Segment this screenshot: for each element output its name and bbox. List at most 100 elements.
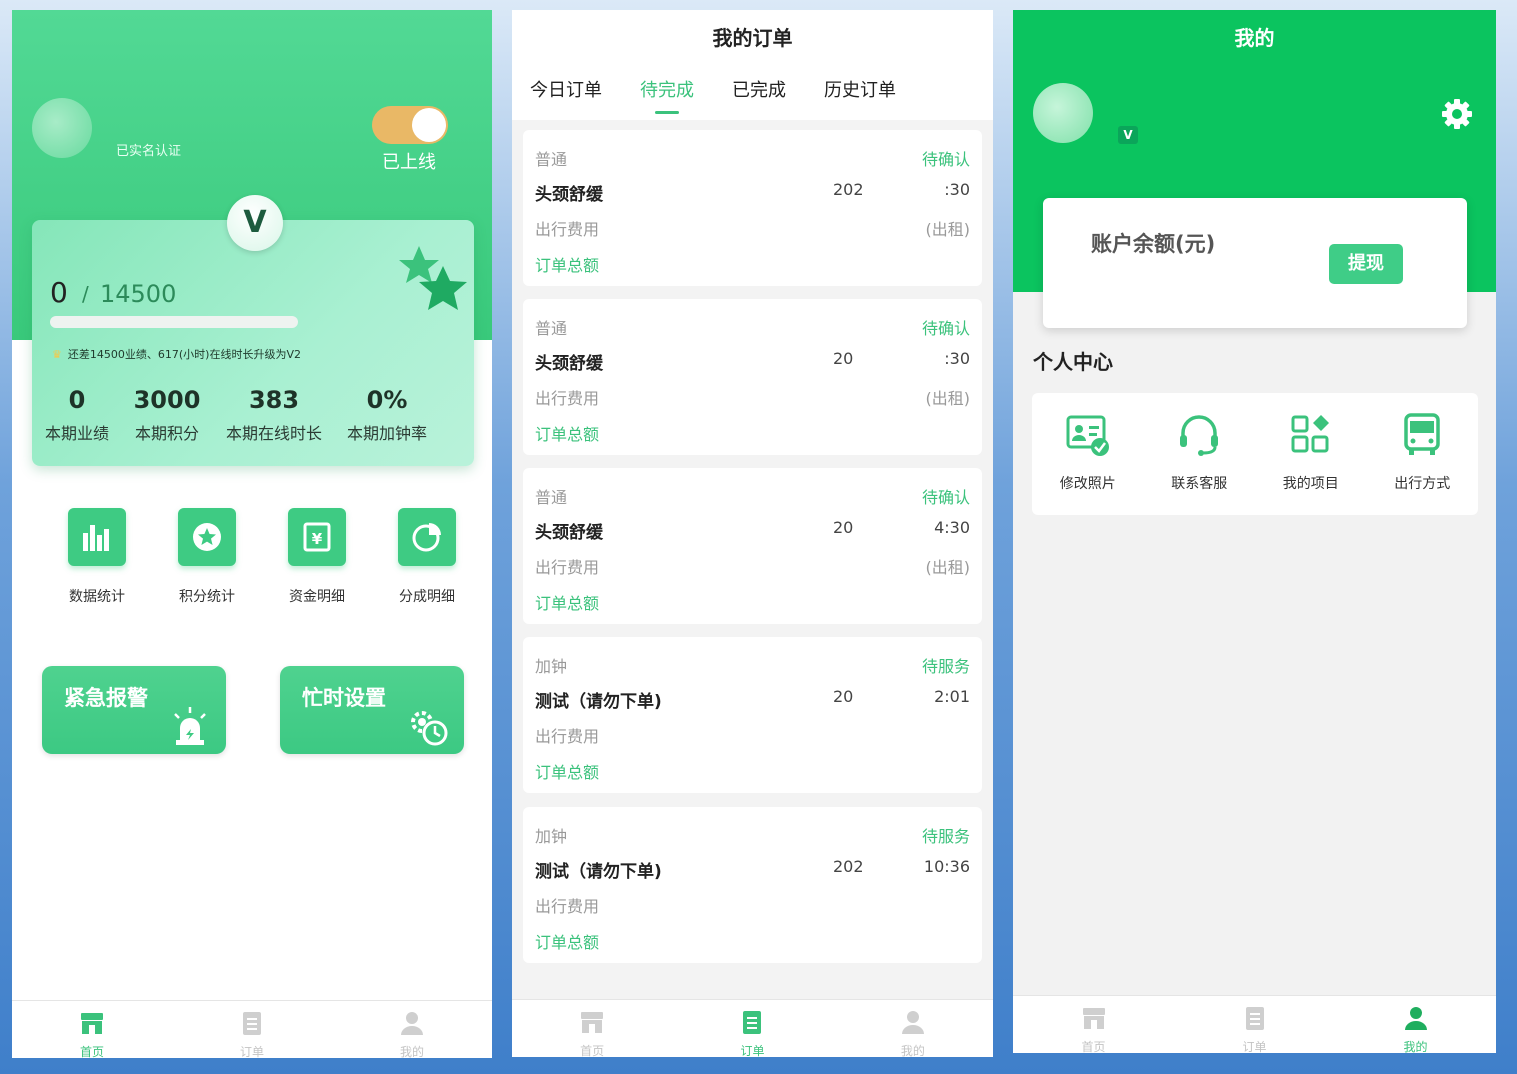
- progress-target: 14500: [100, 280, 177, 308]
- gear-icon[interactable]: [1441, 98, 1473, 130]
- tab-label: 首页: [580, 1044, 605, 1057]
- order-total-label: 订单总额: [535, 933, 600, 952]
- tab-pending[interactable]: 待完成: [640, 76, 694, 114]
- menu-points-stats[interactable]: 积分统计: [152, 508, 262, 606]
- action-label: 忙时设置: [302, 686, 386, 710]
- menu-fund-detail[interactable]: ¥ 资金明细: [262, 508, 372, 606]
- upgrade-hint: ♛ 还差14500业绩、617(小时)在线时长升级为V2: [52, 346, 301, 362]
- tab-mine[interactable]: 我的: [332, 1001, 492, 1058]
- store-icon: [81, 1013, 103, 1034]
- order-date: 20: [833, 687, 854, 706]
- order-status: 待服务: [921, 657, 970, 676]
- grid-label: 修改照片: [1059, 476, 1116, 492]
- tab-completed[interactable]: 已完成: [732, 76, 786, 102]
- tab-home[interactable]: 首页: [12, 1001, 172, 1058]
- balance-card: 账户余额(元) 提现: [1043, 198, 1467, 328]
- tab-orders[interactable]: 订单: [172, 1001, 332, 1058]
- stat-value: 3000: [133, 386, 201, 414]
- menu-label: 数据统计: [69, 589, 125, 605]
- tab-label: 我的: [900, 1044, 925, 1057]
- home-menu: 数据统计 积分统计 ¥ 资金明细 分成明细: [42, 508, 482, 606]
- grid-item-travel-mode[interactable]: 出行方式: [1367, 411, 1479, 515]
- grid-item-my-projects[interactable]: 我的项目: [1255, 411, 1367, 515]
- tab-label: 我的: [399, 1045, 424, 1058]
- order-card[interactable]: 加钟 待服务 测试（请勿下单) 202 10:36 出行费用 订单总额: [523, 807, 982, 963]
- avatar[interactable]: [1033, 83, 1093, 143]
- clipboard-icon: [243, 1012, 261, 1035]
- busy-settings-button[interactable]: 忙时设置: [280, 666, 464, 754]
- level-badge: V: [1118, 126, 1138, 144]
- stat-points: 3000 本期积分: [112, 386, 222, 444]
- menu-share-detail[interactable]: 分成明细: [372, 508, 482, 606]
- order-type: 加钟: [535, 827, 568, 846]
- menu-data-stats[interactable]: 数据统计: [42, 508, 152, 606]
- order-service-name: 头颈舒缓: [535, 523, 603, 543]
- order-card[interactable]: 普通 待确认 头颈舒缓 202 :30 出行费用 (出租) 订单总额: [523, 130, 982, 286]
- tab-home[interactable]: 首页: [512, 1000, 672, 1057]
- tab-today-orders[interactable]: 今日订单: [530, 76, 602, 102]
- mine-screen: 我的 V 账户余额(元) 提现 个人中心 修改照片 联系客服 我的项目 出行方式…: [1013, 10, 1496, 1053]
- stats-row: 0 本期业绩 3000 本期积分 383 本期在线时长 0% 本期加钟率: [42, 386, 462, 444]
- bar-chart-icon: [68, 508, 126, 566]
- travel-fee-label: 出行费用: [535, 220, 600, 239]
- tab-label: 首页: [79, 1045, 104, 1058]
- user-icon: [401, 1012, 423, 1035]
- stat-label: 本期在线时长: [225, 424, 322, 443]
- order-type: 普通: [535, 319, 568, 338]
- tab-bar: 首页 订单 我的: [512, 999, 993, 1057]
- avatar[interactable]: [32, 98, 92, 158]
- grid-label: 我的项目: [1282, 476, 1339, 492]
- order-card[interactable]: 普通 待确认 头颈舒缓 20 4:30 出行费用 (出租) 订单总额: [523, 468, 982, 624]
- tab-home[interactable]: 首页: [1013, 996, 1174, 1053]
- tab-label: 订单: [740, 1044, 765, 1057]
- online-toggle[interactable]: [372, 106, 448, 144]
- tab-orders[interactable]: 订单: [1174, 996, 1335, 1053]
- travel-fee-label: 出行费用: [535, 389, 600, 408]
- order-service-name: 头颈舒缓: [535, 185, 603, 205]
- withdraw-button[interactable]: 提现: [1329, 244, 1403, 284]
- order-date: 20: [833, 518, 854, 537]
- tab-mine[interactable]: 我的: [1335, 996, 1496, 1053]
- travel-fee-value: (出租): [925, 558, 971, 577]
- grid-apps-icon: [1291, 415, 1329, 453]
- stat-add-rate: 0% 本期加钟率: [326, 386, 448, 444]
- order-card[interactable]: 加钟 待服务 测试（请勿下单) 20 2:01 出行费用 订单总额: [523, 637, 982, 793]
- tab-history[interactable]: 历史订单: [824, 76, 896, 102]
- action-label: 紧急报警: [64, 686, 148, 710]
- emergency-alarm-button[interactable]: 紧急报警: [42, 666, 226, 754]
- star-badge-icon: [178, 508, 236, 566]
- order-total-label: 订单总额: [535, 256, 600, 275]
- order-time: 2:01: [934, 687, 970, 706]
- tab-label: 首页: [1081, 1040, 1106, 1053]
- grid-label: 联系客服: [1171, 476, 1228, 492]
- grid-item-customer-service[interactable]: 联系客服: [1144, 411, 1256, 515]
- id-card-check-icon: [1066, 415, 1109, 456]
- order-service-name: 测试（请勿下单): [535, 692, 662, 712]
- order-status: 待确认: [921, 488, 970, 507]
- orders-header: 我的订单 今日订单 待完成 已完成 历史订单: [512, 10, 993, 120]
- level-badge: V: [227, 195, 283, 251]
- tab-mine[interactable]: 我的: [833, 1000, 993, 1057]
- order-total-label: 订单总额: [535, 425, 600, 444]
- travel-fee-label: 出行费用: [535, 897, 600, 916]
- clipboard-icon: [1245, 1007, 1264, 1030]
- order-total-label: 订单总额: [535, 594, 600, 613]
- yuan-receipt-icon: ¥: [288, 508, 346, 566]
- order-card[interactable]: 普通 待确认 头颈舒缓 20 :30 出行费用 (出租) 订单总额: [523, 299, 982, 455]
- order-type: 加钟: [535, 657, 568, 676]
- stat-value: 0: [68, 386, 86, 414]
- tab-bar: 首页 订单 我的: [1013, 995, 1496, 1053]
- tab-orders[interactable]: 订单: [672, 1000, 832, 1057]
- order-service-name: 头颈舒缓: [535, 354, 603, 374]
- svg-text:¥: ¥: [312, 530, 323, 548]
- order-time: :30: [944, 180, 970, 199]
- stat-label: 本期加钟率: [346, 424, 427, 443]
- order-total-label: 订单总额: [535, 763, 600, 782]
- order-status: 待确认: [921, 319, 970, 338]
- grid-item-edit-photo[interactable]: 修改照片: [1032, 411, 1144, 515]
- gear-clock-icon: [411, 711, 448, 746]
- orders-screen: 我的订单 今日订单 待完成 已完成 历史订单 普通 待确认 头颈舒缓 202 :…: [512, 10, 993, 1057]
- user-icon: [901, 1011, 924, 1034]
- stat-online-hours: 383 本期在线时长: [222, 386, 326, 444]
- order-date: 20: [833, 349, 854, 368]
